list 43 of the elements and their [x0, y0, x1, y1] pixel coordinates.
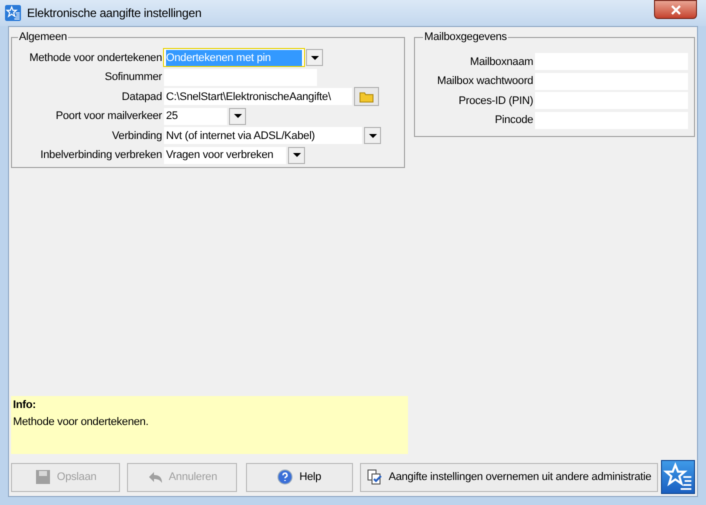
field-label: Sofinummer: [104, 70, 162, 85]
app-logo-icon: [5, 5, 21, 21]
dropdown-button[interactable]: [364, 127, 381, 144]
text-field[interactable]: [164, 68, 317, 86]
dropdown-field[interactable]: Nvt (of internet via ADSL/Kabel): [164, 127, 362, 144]
action-button[interactable]: Help: [246, 462, 353, 492]
dropdown-button[interactable]: [288, 146, 305, 164]
close-icon: [670, 4, 680, 14]
info-text: Methode voor ondertekenen.: [13, 414, 150, 430]
field-label: Pincode: [494, 113, 534, 128]
group-title: Algemeen: [18, 30, 68, 44]
dropdown-field[interactable]: Vragen voor verbreken: [164, 146, 286, 164]
action-button[interactable]: Aangifte instellingen overnemen uit andere administratie: [360, 462, 658, 492]
group-title: Mailboxgegevens: [423, 30, 508, 44]
field-value: Nvt (of internet via ADSL/Kabel): [166, 128, 315, 144]
field-label: Mailboxnaam: [469, 54, 534, 70]
field-value: C:\SnelStart\ElektronischeAangifte\: [166, 90, 331, 104]
folder-icon: [359, 90, 374, 104]
info-title: Info:: [13, 398, 37, 413]
close-button[interactable]: [654, 0, 697, 19]
floppy-icon: [34, 469, 51, 485]
copy-document-icon: [366, 469, 383, 485]
field-label: Proces-ID (PIN): [458, 94, 534, 108]
field-label: Verbinding: [111, 128, 162, 144]
field-label: Datapad: [120, 90, 162, 104]
field-label: Mailbox wachtwoord: [436, 74, 534, 89]
help-icon: [277, 469, 294, 485]
caret-icon: [368, 134, 376, 138]
dropdown-button[interactable]: [306, 49, 323, 66]
app-logo-icon: [660, 460, 695, 494]
dropdown-field[interactable]: 25: [164, 108, 227, 125]
caret-icon: [292, 153, 300, 158]
field-label: Methode voor ondertekenen: [28, 50, 162, 66]
field-value: 25: [166, 109, 178, 124]
path-field[interactable]: C:\SnelStart\ElektronischeAangifte\: [164, 88, 352, 106]
dropdown-button[interactable]: [229, 108, 246, 125]
field-value: Vragen voor verbreken: [166, 148, 274, 163]
browse-folder-button[interactable]: [354, 87, 379, 106]
window-title: Elektronische aangifte instellingen: [27, 5, 202, 22]
field-label: Inbelverbinding verbreken: [39, 148, 162, 163]
caret-icon: [234, 114, 242, 118]
field-label: Poort voor mailverkeer: [54, 109, 162, 124]
caret-icon: [310, 56, 318, 60]
